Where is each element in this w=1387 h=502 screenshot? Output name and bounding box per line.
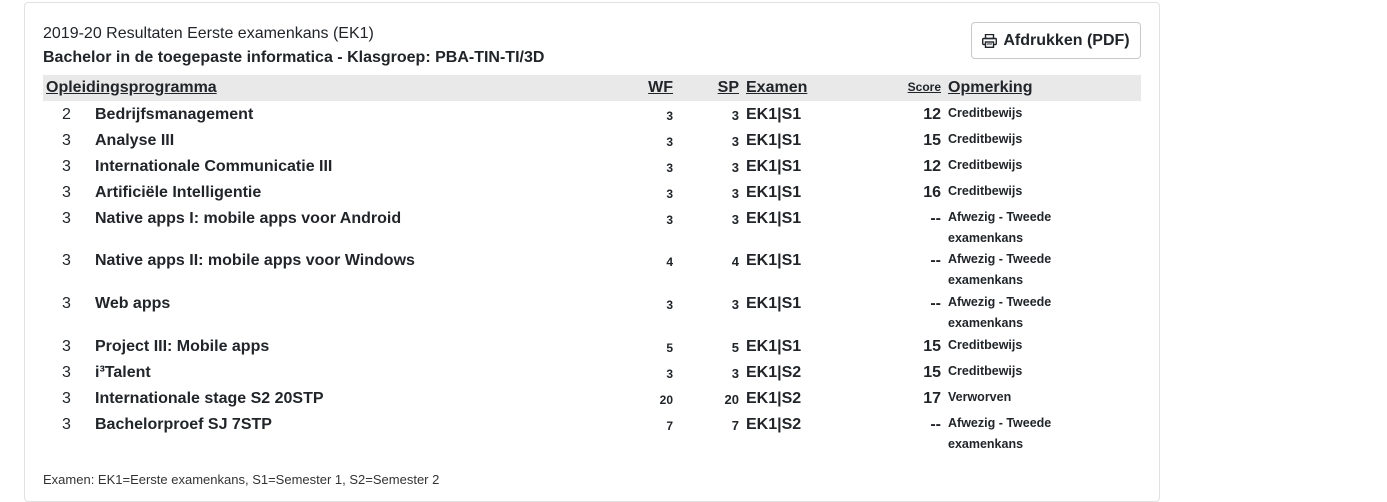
column-header-exam[interactable]: Examen: [746, 79, 807, 97]
column-header-sp[interactable]: SP: [718, 79, 739, 97]
course-name-cell: Bedrijfsmanagement: [95, 106, 254, 123]
semester-cell: 3: [62, 390, 71, 407]
semester-cell: 2: [62, 106, 71, 123]
score-cell: --: [930, 295, 941, 312]
score-cell: --: [930, 210, 941, 227]
wf-cell: 5: [666, 341, 673, 355]
course-name-cell: Project III: Mobile apps: [95, 338, 270, 355]
wf-cell: 4: [666, 255, 673, 269]
course-name-cell: Internationale Communicatie III: [95, 158, 333, 175]
wf-cell: 3: [666, 187, 673, 201]
sp-cell: 3: [731, 366, 739, 381]
exam-cell: EK1|S1: [746, 106, 802, 123]
semester-cell: 3: [62, 210, 71, 227]
remark-cell: Creditbewijs: [948, 338, 1023, 352]
course-name-cell: Native apps II: mobile apps voor Windows: [95, 252, 415, 269]
sp-cell: 3: [731, 297, 739, 312]
wf-cell: 3: [666, 298, 673, 312]
sp-cell: 3: [731, 108, 739, 123]
score-cell: 16: [923, 184, 941, 201]
score-cell: 15: [923, 132, 941, 149]
exam-cell: EK1|S1: [746, 184, 802, 201]
semester-cell: 3: [62, 295, 71, 312]
course-name-cell: i³Talent: [95, 364, 151, 381]
column-header-remark[interactable]: Opmerking: [948, 79, 1032, 97]
column-header-program[interactable]: Opleidingsprogramma: [46, 79, 217, 97]
wf-cell: 3: [666, 135, 673, 149]
exam-cell: EK1|S1: [746, 295, 802, 312]
print-button-label: Afdrukken (PDF): [1003, 31, 1130, 49]
wf-cell: 3: [666, 367, 673, 381]
remark-cell: Creditbewijs: [948, 158, 1023, 172]
course-name-cell: Artificiële Intelligentie: [95, 184, 262, 201]
printer-icon: [982, 33, 998, 48]
remark-cell: Afwezig - Tweede examenkans: [948, 295, 1052, 330]
remark-cell: Creditbewijs: [948, 364, 1023, 378]
exam-cell: EK1|S2: [746, 364, 802, 381]
semester-cell: 3: [62, 132, 71, 149]
sp-cell: 3: [731, 160, 739, 175]
remark-cell: Creditbewijs: [948, 106, 1023, 120]
course-name-cell: Internationale stage S2 20STP: [95, 390, 324, 407]
exam-cell: EK1|S1: [746, 210, 802, 227]
program-subtitle: Bachelor in de toegepaste informatica - …: [43, 49, 545, 66]
wf-cell: 20: [659, 393, 673, 407]
semester-cell: 3: [62, 416, 71, 433]
sp-cell: 5: [731, 340, 739, 355]
column-header-score[interactable]: Score: [908, 80, 941, 94]
semester-cell: 3: [62, 364, 71, 381]
semester-cell: 3: [62, 184, 71, 201]
semester-cell: 3: [62, 338, 71, 355]
semester-cell: 3: [62, 252, 71, 269]
score-cell: 15: [923, 364, 941, 381]
sp-cell: 3: [731, 212, 739, 227]
score-cell: --: [930, 416, 941, 433]
wf-cell: 3: [666, 213, 673, 227]
remark-cell: Afwezig - Tweede examenkans: [948, 252, 1052, 287]
course-name-cell: Web apps: [95, 295, 171, 312]
remark-cell: Afwezig - Tweede examenkans: [948, 416, 1052, 451]
score-cell: 17: [923, 390, 941, 407]
remark-cell: Creditbewijs: [948, 184, 1023, 198]
score-cell: 12: [923, 158, 941, 175]
exam-legend-footnote: Examen: EK1=Eerste examenkans, S1=Semest…: [43, 472, 440, 487]
score-cell: 15: [923, 338, 941, 355]
score-cell: 12: [923, 106, 941, 123]
exam-cell: EK1|S2: [746, 416, 802, 433]
print-pdf-button[interactable]: Afdrukken (PDF): [971, 22, 1141, 59]
exam-cell: EK1|S1: [746, 338, 802, 355]
sp-cell: 20: [724, 392, 739, 407]
wf-cell: 3: [666, 161, 673, 175]
page-title: 2019-20 Resultaten Eerste examenkans (EK…: [43, 25, 374, 42]
sp-cell: 7: [731, 418, 739, 433]
sp-cell: 4: [731, 254, 739, 269]
exam-cell: EK1|S2: [746, 390, 802, 407]
sp-cell: 3: [731, 134, 739, 149]
exam-cell: EK1|S1: [746, 158, 802, 175]
exam-cell: EK1|S1: [746, 252, 802, 269]
wf-cell: 7: [666, 419, 673, 433]
course-name-cell: Native apps I: mobile apps voor Android: [95, 210, 402, 227]
wf-cell: 3: [666, 109, 673, 123]
course-name-cell: Analyse III: [95, 132, 175, 149]
score-cell: --: [930, 252, 941, 269]
exam-cell: EK1|S1: [746, 132, 802, 149]
remark-cell: Verworven: [948, 390, 1012, 404]
course-name-cell: Bachelorproef SJ 7STP: [95, 416, 272, 433]
remark-cell: Creditbewijs: [948, 132, 1023, 146]
remark-cell: Afwezig - Tweede examenkans: [948, 210, 1052, 245]
sp-cell: 3: [731, 186, 739, 201]
table-header: Opleidingsprogramma WF SP Examen Score O…: [43, 75, 1141, 101]
column-header-wf[interactable]: WF: [648, 79, 673, 97]
semester-cell: 3: [62, 158, 71, 175]
